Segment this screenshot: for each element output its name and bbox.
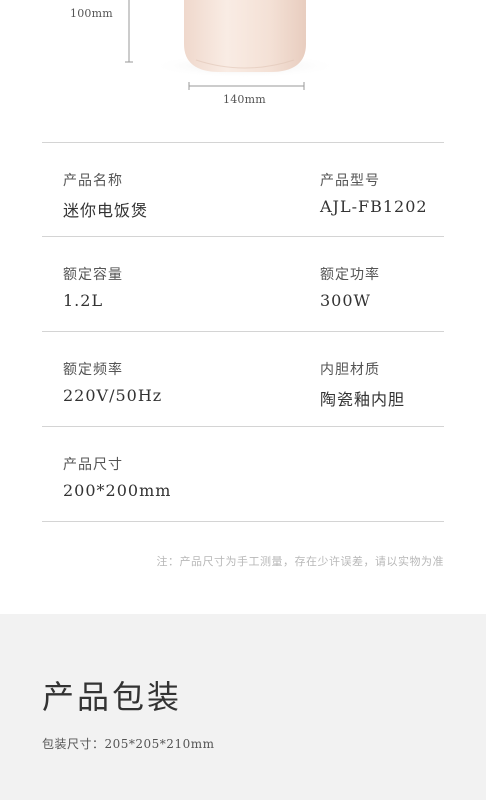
spec-row: 产品尺寸 200*200mm <box>42 427 444 522</box>
spec-row: 额定频率 220V/50Hz 内胆材质 陶瓷釉内胆 <box>42 332 444 427</box>
spec-label: 额定容量 <box>63 267 123 283</box>
packaging-title: 产品包装 <box>42 678 183 716</box>
measurement-note: 注：产品尺寸为手工测量，存在少许误差，请以实物为准 <box>156 555 444 568</box>
spec-value: 300W <box>320 291 371 310</box>
spec-label: 产品型号 <box>320 173 380 189</box>
spec-value: 220V/50Hz <box>63 386 163 405</box>
product-dimension-figure: 100mm 140mm <box>0 0 486 125</box>
spec-table: 产品名称 迷你电饭煲 产品型号 AJL-FB1202 额定容量 1.2L 额定功… <box>42 142 444 522</box>
spec-value: 200*200mm <box>63 481 172 500</box>
spec-row: 额定容量 1.2L 额定功率 300W <box>42 237 444 332</box>
height-dimension-label: 100mm <box>70 7 113 20</box>
spec-value: 陶瓷釉内胆 <box>320 390 406 409</box>
spec-label: 内胆材质 <box>320 362 380 378</box>
spec-value: AJL-FB1202 <box>320 197 428 216</box>
spec-label: 产品尺寸 <box>63 457 123 473</box>
spec-row: 产品名称 迷你电饭煲 产品型号 AJL-FB1202 <box>42 142 444 237</box>
spec-label: 产品名称 <box>63 173 123 189</box>
packaging-size: 包装尺寸：205*205*210mm <box>42 737 215 751</box>
packaging-section: 产品包装 包装尺寸：205*205*210mm <box>0 614 486 800</box>
spec-value: 迷你电饭煲 <box>63 201 149 220</box>
spec-label: 额定频率 <box>63 362 123 378</box>
width-dimension-label: 140mm <box>223 93 266 106</box>
spec-value: 1.2L <box>63 291 104 310</box>
spec-label: 额定功率 <box>320 267 380 283</box>
